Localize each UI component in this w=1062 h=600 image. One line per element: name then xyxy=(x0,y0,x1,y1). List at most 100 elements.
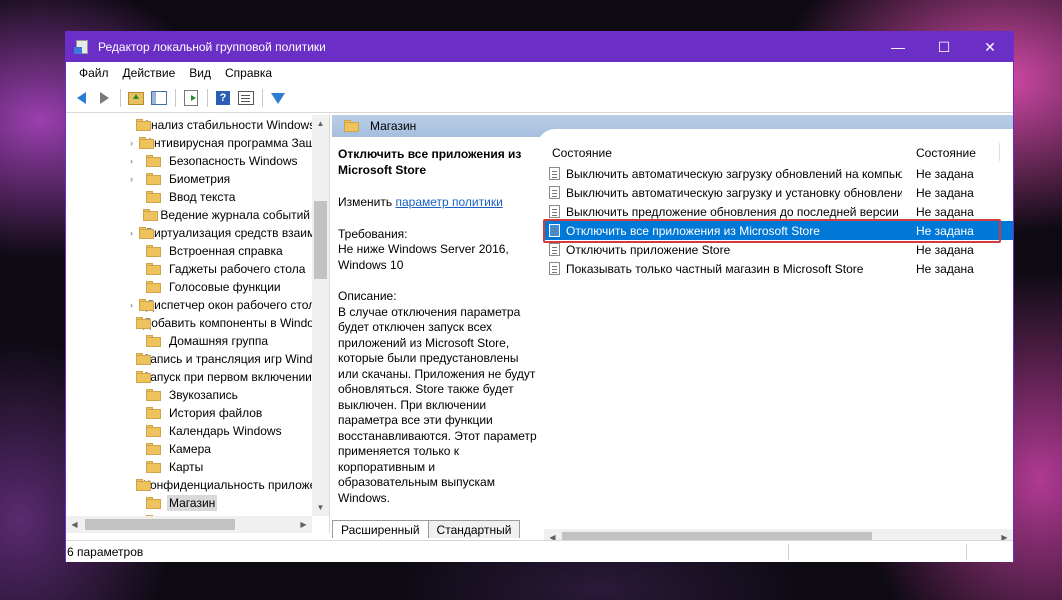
toolbar-separator xyxy=(120,89,121,107)
tree-item[interactable]: Ввод текста xyxy=(66,188,312,206)
help-icon[interactable]: ? xyxy=(212,87,234,109)
policy-setting-icon xyxy=(549,224,560,237)
folder-icon xyxy=(146,335,162,347)
folder-icon xyxy=(146,281,162,293)
tree-item[interactable]: Ведение журнала событий xyxy=(66,206,312,224)
filter-icon[interactable] xyxy=(267,87,289,109)
tree-item[interactable]: Гаджеты рабочего стола xyxy=(66,260,312,278)
expand-chevron-icon[interactable]: › xyxy=(130,228,133,238)
list-header: Состояние Состояние xyxy=(537,129,1013,161)
tab-standard[interactable]: Стандартный xyxy=(427,520,521,538)
policy-row[interactable]: Показывать только частный магазин в Micr… xyxy=(545,259,1013,278)
tree-item-label: Встроенная справка xyxy=(169,244,283,258)
policy-row[interactable]: Выключить предложение обновления до посл… xyxy=(545,202,1013,221)
folder-icon xyxy=(146,191,162,203)
scroll-up-arrow-icon[interactable]: ▲ xyxy=(312,115,329,132)
tree-item-label: Безопасность Windows xyxy=(169,154,298,168)
tree-item[interactable]: История файлов xyxy=(66,404,312,422)
tree-item-label: Запись и трансляция игр Windows xyxy=(143,352,312,366)
tree-item[interactable]: Запуск при первом включении xyxy=(66,368,312,386)
toolbar: ? xyxy=(66,84,1013,113)
tree-horizontal-scrollbar[interactable]: ◀ ▶ xyxy=(66,516,312,533)
policy-state: Не задана xyxy=(916,185,974,200)
close-button[interactable]: ✕ xyxy=(967,32,1013,62)
tree-item-label: Камера xyxy=(169,442,211,456)
policy-name: Выключить автоматическую загрузку и уста… xyxy=(566,185,902,200)
scroll-left-arrow-icon[interactable]: ◀ xyxy=(66,516,83,533)
tree-item-label: Виртуализация средств взаимодействия xyxy=(146,226,312,240)
menu-file[interactable]: Файл xyxy=(72,66,116,80)
menu-help[interactable]: Справка xyxy=(218,66,279,80)
scroll-down-arrow-icon[interactable]: ▼ xyxy=(312,499,329,516)
expand-chevron-icon[interactable]: › xyxy=(130,156,140,166)
edit-policy-link[interactable]: параметр политики xyxy=(395,195,502,209)
minimize-button[interactable]: — xyxy=(875,32,921,62)
title-bar[interactable]: Редактор локальной групповой политики — … xyxy=(66,32,1013,62)
tree-item[interactable]: Камера xyxy=(66,440,312,458)
scroll-thumb[interactable] xyxy=(85,519,235,530)
tree-vertical-scrollbar[interactable]: ▲ ▼ xyxy=(312,115,329,516)
scroll-right-arrow-icon[interactable]: ▶ xyxy=(295,516,312,533)
tree-item-label: Конфиденциальность приложений xyxy=(143,478,312,492)
tree-item[interactable]: Карты xyxy=(66,458,312,476)
tree-item-label: Ведение журнала событий xyxy=(160,208,310,222)
tree-item[interactable]: › Виртуализация средств взаимодействия xyxy=(66,224,312,242)
maximize-button[interactable]: ☐ xyxy=(921,32,967,62)
policy-name: Выключить автоматическую загрузку обновл… xyxy=(566,166,902,181)
expand-chevron-icon[interactable]: › xyxy=(130,174,140,184)
policy-title: Отключить все приложения из Microsoft St… xyxy=(338,147,522,177)
folder-icon xyxy=(142,209,158,221)
tree-item[interactable]: Магазин xyxy=(66,494,312,512)
policy-name: Отключить приложение Store xyxy=(566,242,731,257)
menu-view[interactable]: Вид xyxy=(182,66,218,80)
tree-item[interactable]: Домашняя группа xyxy=(66,332,312,350)
tree-item[interactable]: › Диспетчер окон рабочего стола xyxy=(66,296,312,314)
tree-item[interactable]: Конфиденциальность приложений xyxy=(66,476,312,494)
toolbar-separator xyxy=(207,89,208,107)
menu-action[interactable]: Действие xyxy=(116,66,183,80)
tree-item[interactable]: Звукозапись xyxy=(66,386,312,404)
show-hide-tree-icon[interactable] xyxy=(148,87,170,109)
tree-item[interactable]: Календарь Windows xyxy=(66,422,312,440)
tree-item[interactable]: Анализ стабильности Windows xyxy=(66,116,312,134)
policy-setting-icon xyxy=(549,186,560,199)
description-label: Описание: xyxy=(338,289,397,303)
folder-icon xyxy=(146,155,162,167)
scroll-thumb[interactable] xyxy=(314,201,327,279)
gpedit-app-icon xyxy=(74,40,90,54)
details-pane: Магазин Отключить все приложения из Micr… xyxy=(332,115,1013,546)
column-separator[interactable] xyxy=(999,143,1000,161)
export-list-icon[interactable] xyxy=(180,87,202,109)
tree-item[interactable]: Добавить компоненты в Windows xyxy=(66,314,312,332)
tree-item-label: Магазин xyxy=(167,495,218,511)
description-text: В случае отключения параметра будет откл… xyxy=(338,304,537,505)
expand-chevron-icon[interactable]: › xyxy=(130,138,133,148)
policy-row[interactable]: Отключить все приложения из Microsoft St… xyxy=(545,221,1013,240)
policy-name: Отключить все приложения из Microsoft St… xyxy=(566,223,820,238)
policy-name: Показывать только частный магазин в Micr… xyxy=(566,261,864,276)
tree-item[interactable]: Запись и трансляция игр Windows xyxy=(66,350,312,368)
tree-item[interactable]: › Антивирусная программа Защитника Window… xyxy=(66,134,312,152)
forward-arrow-icon[interactable] xyxy=(93,87,115,109)
column-header-name[interactable]: Состояние xyxy=(552,146,612,160)
policy-row[interactable]: Отключить приложение Store Не задана xyxy=(545,240,1013,259)
back-arrow-icon[interactable] xyxy=(70,87,92,109)
tree-item[interactable]: Встроенная справка xyxy=(66,242,312,260)
policy-row[interactable]: Выключить автоматическую загрузку обновл… xyxy=(545,164,1013,183)
column-header-state[interactable]: Состояние xyxy=(916,146,976,160)
tree-item[interactable]: › Биометрия xyxy=(66,170,312,188)
folder-up-icon[interactable] xyxy=(125,87,147,109)
tab-extended[interactable]: Расширенный xyxy=(332,520,429,538)
tree-item-label: Диспетчер окон рабочего стола xyxy=(146,298,312,312)
tree-item[interactable]: › Безопасность Windows xyxy=(66,152,312,170)
tree-item[interactable]: Голосовые функции xyxy=(66,278,312,296)
properties-icon[interactable] xyxy=(235,87,257,109)
folder-icon xyxy=(146,461,162,473)
tree-item-label: История файлов xyxy=(169,406,263,420)
tree-item-label: Антивирусная программа Защитника Windows xyxy=(146,136,312,150)
toolbar-separator xyxy=(175,89,176,107)
folder-icon xyxy=(146,263,162,275)
policy-row[interactable]: Выключить автоматическую загрузку и уста… xyxy=(545,183,1013,202)
expand-chevron-icon[interactable]: › xyxy=(130,300,133,310)
window-title: Редактор локальной групповой политики xyxy=(98,40,326,54)
